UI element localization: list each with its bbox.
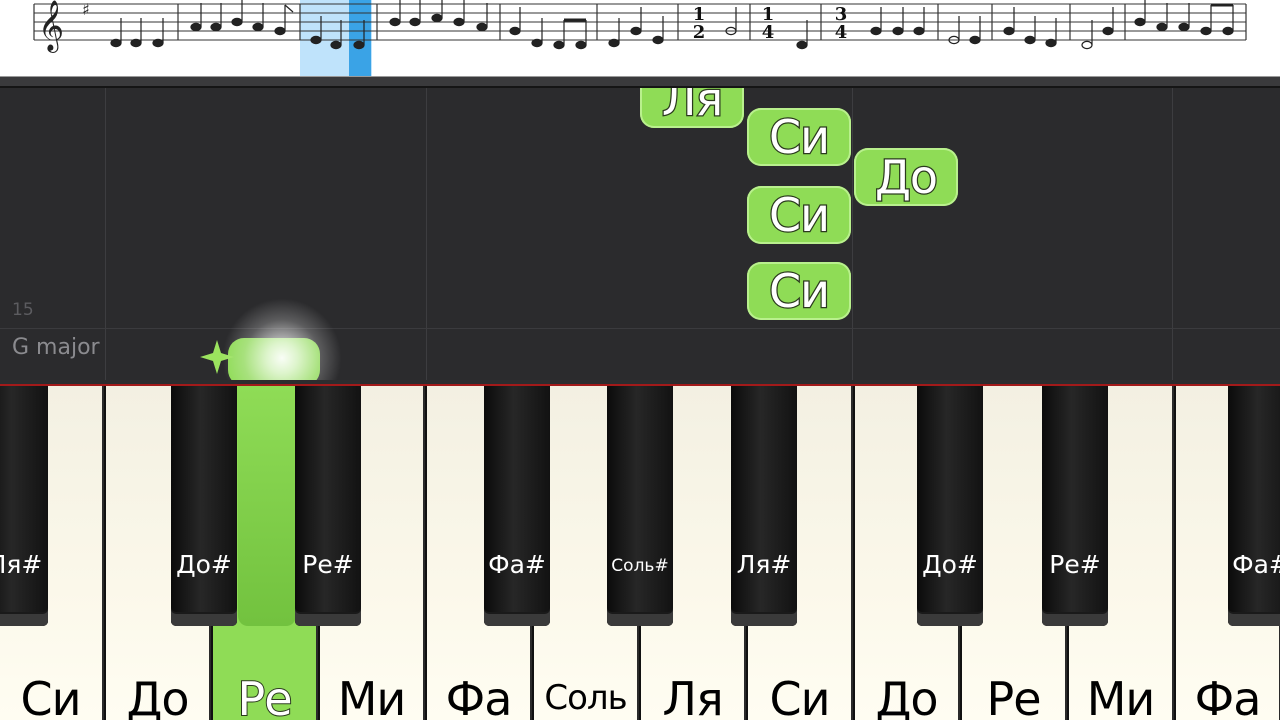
black-key[interactable]: До#	[917, 386, 983, 626]
active-key-glow	[238, 386, 296, 626]
black-key-label: Ре#	[302, 550, 354, 579]
falling-note-label: Си	[768, 263, 832, 320]
white-key-label: Фа	[1194, 672, 1262, 720]
sheet-music-strip: 𝄞 ♯ 1 2 1 4 3 4	[0, 0, 1280, 76]
falling-note-label: Си	[768, 187, 832, 244]
falling-note: Си	[747, 262, 851, 320]
measure-line	[0, 328, 1280, 329]
bar-number: 15	[12, 300, 34, 320]
black-key-label: Соль#	[611, 556, 669, 576]
falling-note: Ля	[640, 88, 744, 128]
time-signature-bottom: 4	[762, 22, 775, 43]
black-key[interactable]: Ре#	[1042, 386, 1108, 626]
black-key[interactable]: Ля#	[0, 386, 48, 626]
falling-note: Си	[747, 186, 851, 244]
white-key-label: Соль	[544, 678, 627, 718]
white-key-label: Фа	[445, 672, 513, 720]
black-key[interactable]: Соль#	[607, 386, 673, 626]
sheet-divider	[0, 76, 1280, 88]
black-key[interactable]: Ре#	[295, 386, 361, 626]
white-key-label: До	[126, 672, 189, 720]
black-key-label: Фа#	[488, 550, 546, 579]
falling-note-label: Си	[768, 109, 832, 166]
falling-note: Си	[747, 108, 851, 166]
falling-note: До	[854, 148, 958, 206]
white-key-label: Ми	[1086, 672, 1156, 720]
falling-notes-area: 15 G major Ля Си До Си Си	[0, 88, 1280, 380]
key-signature-label: G major	[12, 335, 100, 360]
playhead	[349, 0, 371, 76]
beat-gridline	[426, 88, 427, 380]
black-key[interactable]: Ля#	[731, 386, 797, 626]
sheet-music-staff: 𝄞 ♯ 1 2 1 4 3 4	[33, 0, 1247, 76]
black-key-label: Ля#	[736, 550, 792, 579]
black-key-label: До#	[922, 550, 978, 579]
time-signature-bottom: 2	[693, 22, 706, 43]
falling-note-label: До	[874, 149, 940, 206]
falling-note-label: Ля	[661, 88, 725, 127]
beat-gridline	[105, 88, 106, 380]
white-key-label: До	[875, 672, 938, 720]
white-key-label: Ля	[662, 672, 723, 720]
time-signature-bottom: 4	[835, 22, 848, 43]
black-key-label: До#	[176, 550, 232, 579]
black-key-label: Фа#	[1232, 550, 1280, 579]
piano-keyboard: Си До Ре Ми Фа Соль Ля Си До Ре Ми Фа Ля…	[0, 386, 1280, 720]
white-key-label: Ре	[236, 671, 293, 720]
black-key-label: Ля#	[0, 550, 43, 579]
white-key-label: Ми	[337, 672, 407, 720]
key-signature-sharp: ♯	[82, 0, 90, 19]
white-key-label: Си	[20, 672, 81, 720]
beat-gridline	[852, 88, 853, 380]
black-key[interactable]: До#	[171, 386, 237, 626]
black-key[interactable]: Фа#	[484, 386, 550, 626]
beat-gridline	[1172, 88, 1173, 380]
hit-glow-effect	[222, 298, 342, 380]
black-key-label: Ре#	[1049, 550, 1101, 579]
white-key-label: Си	[769, 672, 830, 720]
white-key-label: Ре	[986, 672, 1041, 720]
treble-clef-icon: 𝄞	[38, 0, 64, 53]
black-key[interactable]: Фа#	[1228, 386, 1280, 626]
